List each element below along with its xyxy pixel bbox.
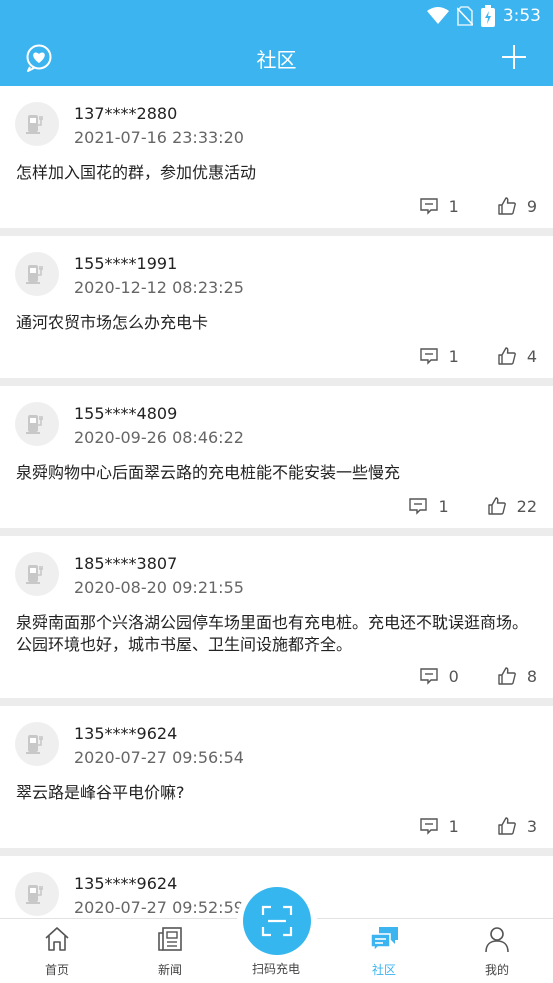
post-content: 通河农贸市场怎么办充电卡 [16,313,209,332]
status-time: 3:53 [502,6,541,26]
post-card[interactable]: 135****9624 2020-07-27 09:56:54 翠云路是峰谷平电… [0,706,553,848]
thumbs-up-icon [498,347,516,365]
avatar [15,872,59,916]
charger-icon [26,565,43,584]
comment-icon [419,818,438,835]
like-button[interactable]: 9 [497,196,537,216]
comment-icon [419,198,438,215]
comment-count: 1 [448,196,459,216]
like-button[interactable]: 8 [497,666,537,686]
like-count: 9 [526,196,537,216]
like-count: 4 [526,346,537,366]
post-time: 2020-09-26 08:46:22 [74,428,244,447]
charger-icon [26,885,43,904]
top-bar: 社区 [0,32,553,86]
tab-scan-label: 扫码充电 [251,962,300,976]
tab-news-label: 新闻 [157,963,182,977]
post-stats: 1 3 [419,816,537,836]
avatar [15,552,59,596]
post-username: 137****2880 [74,104,178,123]
comment-button[interactable]: 1 [408,496,449,516]
post-content: 怎样加入国花的群，参加优惠活动 [16,163,257,182]
tab-profile[interactable]: 我的 [442,919,552,983]
no-sim-icon [456,6,473,26]
like-button[interactable]: 4 [497,346,537,366]
comment-icon [419,348,438,365]
post-feed[interactable]: 137****2880 2021-07-16 23:33:20 怎样加入国花的群… [0,86,553,918]
post-card[interactable]: 137****2880 2021-07-16 23:33:20 怎样加入国花的群… [0,86,553,228]
avatar [15,102,59,146]
like-button[interactable]: 22 [487,496,537,516]
post-username: 155****1991 [74,254,178,273]
comment-count: 1 [448,346,459,366]
post-content: 翠云路是峰谷平电价嘛? [16,783,185,802]
post-stats: 1 9 [419,196,537,216]
news-icon [158,927,182,951]
wifi-icon [426,7,449,24]
home-icon [45,927,69,951]
like-count: 8 [526,666,537,686]
post-username: 185****3807 [74,554,178,573]
comment-icon [419,668,438,685]
tab-news[interactable]: 新闻 [115,919,225,983]
thumbs-up-icon [498,667,516,685]
charger-icon [26,265,43,284]
post-stats: 1 22 [408,496,537,516]
charger-icon [26,115,43,134]
post-stats: 0 8 [419,666,537,686]
comment-button[interactable]: 1 [419,817,459,836]
scan-icon [261,905,293,937]
comment-button[interactable]: 1 [419,197,459,216]
tab-community[interactable]: 社区 [329,919,439,983]
post-time: 2020-07-27 09:56:54 [74,748,244,767]
like-button[interactable]: 3 [497,816,537,836]
post-username: 155****4809 [74,404,178,423]
tab-community-label: 社区 [371,963,396,977]
post-card[interactable]: 155****4809 2020-09-26 08:46:22 泉舜购物中心后面… [0,386,553,528]
scan-button-circle[interactable] [243,887,311,955]
comment-count: 1 [438,496,449,516]
post-content: 泉舜购物中心后面翠云路的充电桩能不能安装一些慢充 [16,463,401,482]
charger-icon [26,735,43,754]
battery-icon [480,5,495,27]
thumbs-up-icon [498,197,516,215]
scan-charge-button[interactable] [237,881,317,961]
like-count: 3 [526,816,537,836]
profile-icon [485,927,509,953]
post-stats: 1 4 [419,346,537,366]
thumbs-up-icon [498,817,516,835]
post-username: 135****9624 [74,874,178,893]
page-title: 社区 [256,48,297,72]
add-post-icon[interactable] [499,42,529,72]
post-content: 泉舜南面那个兴洛湖公园停车场里面也有充电桩。充电还不耽误逛商场。公园环境也好，城… [16,613,529,654]
post-card[interactable]: 185****3807 2020-08-20 09:21:55 泉舜南面那个兴洛… [0,536,553,698]
charger-icon [26,415,43,434]
tab-home[interactable]: 首页 [2,919,112,983]
post-username: 135****9624 [74,724,178,743]
comment-count: 0 [448,666,459,686]
community-icon [370,927,398,953]
comment-count: 1 [448,816,459,836]
post-time: 2021-07-16 23:33:20 [74,128,244,147]
avatar [15,402,59,446]
avatar [15,722,59,766]
avatar [15,252,59,296]
comment-button[interactable]: 1 [419,347,459,366]
comment-icon [409,498,428,515]
post-card[interactable]: 155****1991 2020-12-12 08:23:25 通河农贸市场怎么… [0,236,553,378]
tab-profile-label: 我的 [484,963,509,977]
thumbs-up-icon [487,497,506,515]
post-time: 2020-12-12 08:23:25 [74,278,244,297]
post-time: 2020-07-27 09:52:59 [74,898,244,917]
post-time: 2020-08-20 09:21:55 [74,578,244,597]
like-count: 22 [516,496,537,516]
comment-button[interactable]: 0 [419,667,459,686]
tab-home-label: 首页 [44,963,69,977]
status-bar: 3:53 [0,0,553,32]
